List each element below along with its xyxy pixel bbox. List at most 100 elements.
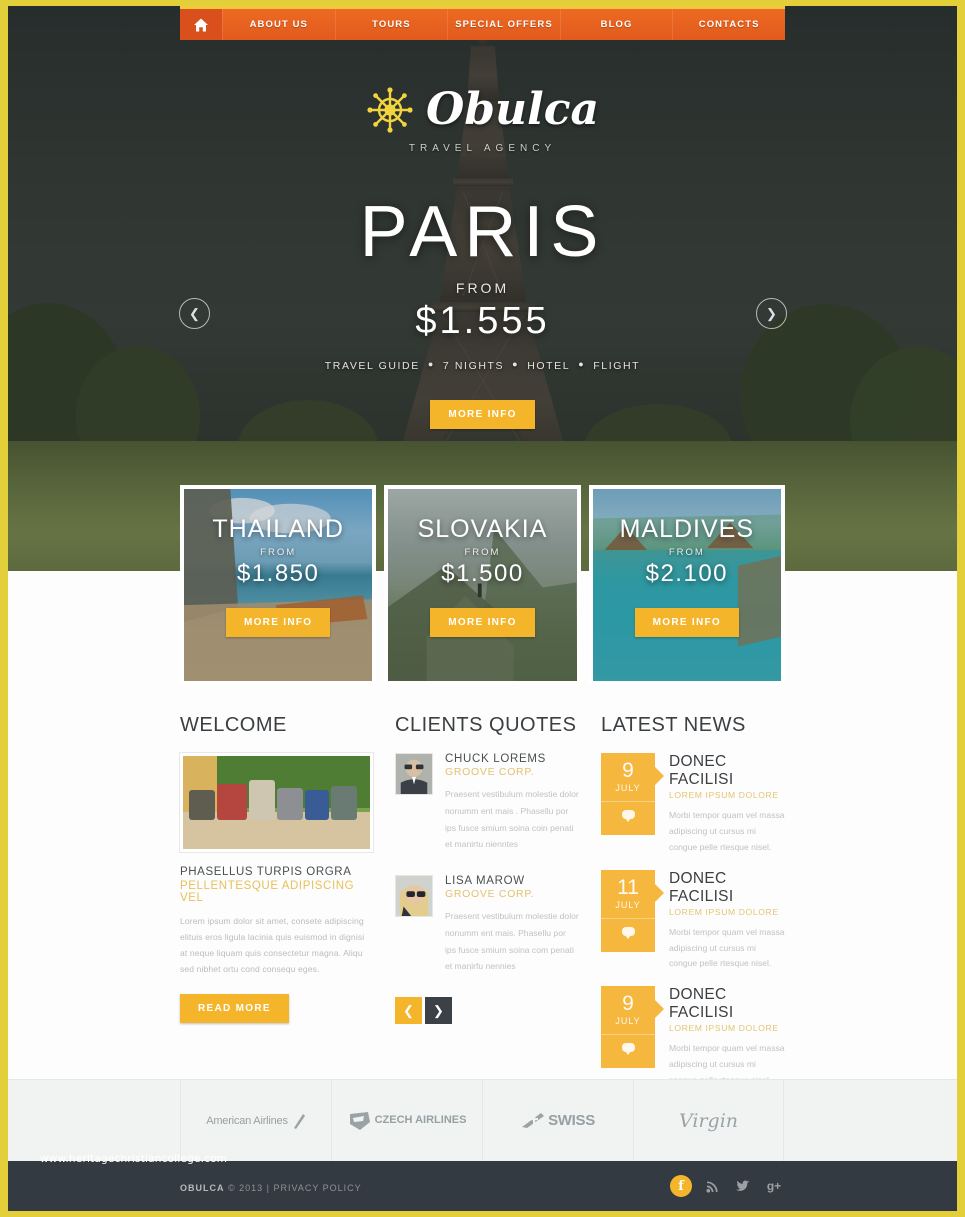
destination-card-maldives[interactable]: MALDIVES FROM $2.100 MORE INFO xyxy=(588,485,785,685)
hero-content: PARIS FROM $1.555 TRAVEL GUIDE ● 7 NIGHTS ●… xyxy=(8,196,957,429)
news-text: Morbi tempor quam vel massa adipiscing u… xyxy=(669,926,785,969)
destination-cards: THAILAND FROM $1.850 MORE INFO SLOVAKIA xyxy=(180,485,785,685)
quotes-prev-button[interactable]: ❮ xyxy=(395,997,422,1024)
facebook-icon[interactable]: f xyxy=(670,1175,692,1197)
news-item[interactable]: 9 JULY DONEC FACILISI LOREM IPSUM DOLORE… xyxy=(601,753,785,856)
news-item[interactable]: 9 JULY DONEC FACILISI LOREM IPSUM DOLORE… xyxy=(601,986,785,1089)
avatar xyxy=(395,875,433,917)
hero-feature: HOTEL xyxy=(527,360,571,372)
swiss-label: SWISS xyxy=(548,1112,595,1129)
ship-wheel-icon xyxy=(367,86,413,133)
hero-destination-title: PARIS xyxy=(359,192,606,272)
card-price: $2.100 xyxy=(645,560,729,587)
czech-airlines-logo xyxy=(349,1111,370,1130)
czech-airlines-label: CZECH AIRLINES xyxy=(374,1113,467,1126)
news-date-day: 11 xyxy=(617,875,639,899)
news-date-badge: 11 JULY xyxy=(601,869,664,952)
quote-text: Praesent vestibulum molestie dolor nonum… xyxy=(445,789,579,850)
hero-feature: TRAVEL GUIDE xyxy=(324,360,420,372)
card-price: $1.850 xyxy=(236,560,320,587)
quote-item: LISA MAROW GROOVE CORP. Praesent vestibu… xyxy=(395,875,579,975)
welcome-column: WELCOME PHASELLUS TURPIS ORGRA PELLENTES… xyxy=(180,714,373,1103)
chevron-right-icon: ❯ xyxy=(766,305,777,321)
hero-more-info-button[interactable]: MORE INFO xyxy=(430,400,535,429)
logo-tagline: TRAVEL AGENCY xyxy=(408,143,557,154)
card-title: SLOVAKIA xyxy=(417,515,548,543)
bullet-separator: ● xyxy=(427,359,435,369)
eagle-icon xyxy=(293,1113,305,1129)
american-airlines-logo: American Airlines xyxy=(206,1114,288,1127)
partner-czech-airlines[interactable]: CZECH AIRLINES xyxy=(331,1080,482,1161)
news-text: Morbi tempor quam vel massa adipiscing u… xyxy=(669,810,785,852)
page-frame: Obulca TRAVEL AGENCY PARIS FROM $1.555 T… xyxy=(8,6,957,1211)
news-date-month: JULY xyxy=(615,783,641,793)
quote-author-name: CHUCK LOREMS xyxy=(445,753,547,765)
card-more-info-button[interactable]: MORE INFO xyxy=(634,608,739,637)
divider xyxy=(601,1034,655,1036)
news-title: DONEC FACILISI xyxy=(669,753,734,788)
welcome-image xyxy=(180,753,373,852)
quotes-next-button[interactable]: ❯ xyxy=(425,997,452,1024)
welcome-heading: WELCOME xyxy=(180,714,287,736)
chevron-right-icon: ❯ xyxy=(433,1002,444,1018)
main-navigation: ABOUT US TOURS SPECIAL OFFERS BLOG CONTA… xyxy=(180,6,785,40)
card-more-info-button[interactable]: MORE INFO xyxy=(430,608,535,637)
chevron-left-icon: ❮ xyxy=(403,1002,414,1018)
partners-spacer xyxy=(784,1080,956,1161)
swiss-logo xyxy=(522,1112,545,1128)
partner-swiss[interactable]: SWISS xyxy=(482,1080,633,1161)
footer-copyright-text: © 2013 | PRIVACY POLICY xyxy=(224,1183,362,1193)
nav-item-about-us[interactable]: ABOUT US xyxy=(222,9,335,40)
welcome-subtitle-secondary: PELLENTESQUE ADIPISCING VEL xyxy=(180,880,355,904)
hero-price: $1.555 xyxy=(415,300,550,342)
hero-features: TRAVEL GUIDE ● 7 NIGHTS ● HOTEL ● FLIGHT xyxy=(8,359,957,372)
news-title: DONEC FACILISI xyxy=(669,869,734,905)
comment-bubble-icon xyxy=(621,810,635,822)
news-date-badge: 9 JULY xyxy=(601,753,664,835)
card-more-info-button[interactable]: MORE INFO xyxy=(225,608,331,637)
nav-home-button[interactable] xyxy=(180,9,222,40)
destination-card-slovakia[interactable]: SLOVAKIA FROM $1.500 MORE INFO xyxy=(384,485,581,685)
google-plus-icon[interactable]: g+ xyxy=(763,1175,785,1197)
slider-prev-button[interactable]: ❮ xyxy=(179,298,210,329)
watermark-text: www.heritagechristiancollege.com xyxy=(40,1153,228,1165)
news-title: DONEC FACILISI xyxy=(669,986,734,1022)
card-from-label: FROM xyxy=(668,547,705,558)
quotes-pagination: ❮ ❯ xyxy=(395,997,579,1024)
news-subtitle: LOREM IPSUM DOLORE xyxy=(669,906,779,917)
news-subtitle: LOREM IPSUM DOLORE xyxy=(669,1023,779,1034)
divider xyxy=(601,801,655,802)
quotes-column: CLIENTS QUOTES CHUCK LOREMS GROOVE CORP.… xyxy=(395,714,579,1103)
hero-from-label: FROM xyxy=(455,280,510,296)
nav-item-contacts[interactable]: CONTACTS xyxy=(672,9,785,40)
welcome-body-text: Lorem ipsum dolor sit amet, consete adip… xyxy=(180,916,365,974)
quote-item: CHUCK LOREMS GROOVE CORP. Praesent vesti… xyxy=(395,753,579,853)
card-from-label: FROM xyxy=(260,547,297,558)
news-subtitle: LOREM IPSUM DOLORE xyxy=(669,790,779,800)
nav-item-blog[interactable]: BLOG xyxy=(559,9,673,40)
destination-card-thailand[interactable]: THAILAND FROM $1.850 MORE INFO xyxy=(180,485,377,685)
slider-next-button[interactable]: ❯ xyxy=(756,298,787,329)
chevron-left-icon: ❮ xyxy=(189,305,200,321)
footer-brand: OBULCA xyxy=(180,1183,225,1193)
partner-american-airlines[interactable]: American Airlines xyxy=(180,1080,331,1161)
rss-icon[interactable] xyxy=(701,1175,723,1197)
hero-feature: 7 NIGHTS xyxy=(442,360,505,372)
avatar xyxy=(395,753,433,795)
welcome-subtitle-primary: PHASELLUS TURPIS ORGRA xyxy=(180,866,352,878)
social-links: f g+ xyxy=(670,1175,785,1197)
news-date-day: 9 xyxy=(622,759,634,782)
site-footer: www.heritagechristiancollege.com OBULCA … xyxy=(8,1153,957,1211)
news-item[interactable]: 11 JULY DONEC FACILISI LOREM IPSUM DOLOR… xyxy=(601,869,785,973)
nav-item-tours[interactable]: TOURS xyxy=(334,9,448,40)
nav-item-special-offers[interactable]: SPECIAL OFFERS xyxy=(447,9,560,40)
partner-virgin[interactable]: Virgin xyxy=(633,1080,784,1161)
quote-author-company: GROOVE CORP. xyxy=(445,766,535,778)
partners-strip: American Airlines CZECH AIRLINES SWISS V… xyxy=(8,1079,957,1161)
quotes-heading: CLIENTS QUOTES xyxy=(395,714,577,736)
news-date-badge: 9 JULY xyxy=(601,986,664,1069)
twitter-icon[interactable] xyxy=(732,1175,754,1197)
site-logo[interactable]: Obulca TRAVEL AGENCY xyxy=(8,84,957,154)
card-from-label: FROM xyxy=(464,547,501,558)
read-more-button[interactable]: READ MORE xyxy=(180,993,289,1023)
